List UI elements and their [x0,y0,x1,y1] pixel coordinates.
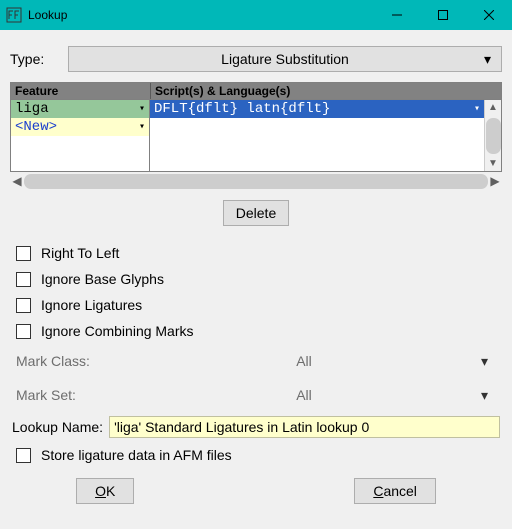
app-icon [6,7,22,23]
mark-class-label: Mark Class: [16,353,112,369]
check-rtl-row: Right To Left [10,240,502,266]
mark-class-select[interactable]: All ▾ [112,350,496,372]
checkbox-rtl-label: Right To Left [41,245,119,261]
checkbox-ignore-lig-label: Ignore Ligatures [41,297,142,313]
checkbox-rtl[interactable] [16,246,31,261]
scripts-column: DFLT{dflt} latn{dflt} ▾ ▲ ▼ [150,100,502,172]
type-label: Type: [10,51,58,67]
checkbox-ignore-base[interactable] [16,272,31,287]
mark-class-row: Mark Class: All ▾ [10,344,502,378]
chevron-down-icon: ▾ [481,387,488,404]
header-feature[interactable]: Feature [11,83,151,99]
checkbox-afm-label: Store ligature data in AFM files [41,447,232,463]
checkbox-ignore-comb-label: Ignore Combining Marks [41,323,194,339]
checkbox-afm[interactable] [16,448,31,463]
scripts-cell[interactable]: DFLT{dflt} latn{dflt} ▾ [150,100,484,118]
type-row: Type: Ligature Substitution ▾ [10,46,502,72]
minimize-button[interactable] [374,0,420,30]
lookup-name-input[interactable]: 'liga' Standard Ligatures in Latin looku… [109,416,500,438]
window-title: Lookup [28,8,374,22]
type-select-value: Ligature Substitution [221,51,349,67]
vertical-scrollbar[interactable]: ▲ ▼ [484,100,501,171]
lookup-name-row: Lookup Name: 'liga' Standard Ligatures i… [10,412,502,442]
lookup-name-label: Lookup Name: [12,419,103,435]
check-ignore-comb-row: Ignore Combining Marks [10,318,502,344]
ok-rest: K [106,483,115,499]
maximize-button[interactable] [420,0,466,30]
feature-table: Feature Script(s) & Language(s) liga ▾ <… [10,82,502,190]
scripts-cell-text: DFLT{dflt} latn{dflt} [154,101,330,117]
table-header: Feature Script(s) & Language(s) [10,82,502,100]
close-button[interactable] [466,0,512,30]
feature-cell-liga[interactable]: liga ▾ [11,100,149,118]
mark-class-value: All [296,353,312,369]
feature-column: liga ▾ <New> ▾ [10,100,150,172]
dialog-buttons: OK Cancel [10,468,502,504]
scroll-right-icon: ▶ [488,174,502,188]
checkbox-ignore-comb[interactable] [16,324,31,339]
scroll-down-icon: ▼ [488,158,498,169]
delete-button[interactable]: Delete [223,200,289,226]
chevron-down-icon: ▾ [139,121,145,133]
chevron-down-icon: ▾ [481,353,488,370]
chevron-down-icon: ▾ [139,103,145,115]
chevron-down-icon: ▾ [474,103,480,115]
mark-set-select[interactable]: All ▾ [112,384,496,406]
mark-set-value: All [296,387,312,403]
scroll-track[interactable] [24,174,488,189]
mark-set-row: Mark Set: All ▾ [10,378,502,412]
cancel-button[interactable]: Cancel [354,478,436,504]
ok-button[interactable]: OK [76,478,134,504]
cancel-rest: ancel [383,483,416,499]
scroll-left-icon: ◀ [10,174,24,188]
scroll-thumb[interactable] [486,118,501,154]
content-area: Type: Ligature Substitution ▾ Feature Sc… [0,30,512,514]
feature-cell-new[interactable]: <New> ▾ [11,118,149,136]
feature-cell-text: <New> [15,119,57,135]
cancel-mnemonic: C [373,483,383,499]
checkbox-ignore-lig[interactable] [16,298,31,313]
type-select[interactable]: Ligature Substitution ▾ [68,46,502,72]
check-ignore-base-row: Ignore Base Glyphs [10,266,502,292]
check-ignore-lig-row: Ignore Ligatures [10,292,502,318]
feature-cell-text: liga [15,101,49,117]
horizontal-scrollbar[interactable]: ◀ ▶ [10,172,502,190]
chevron-down-icon: ▾ [484,51,491,68]
check-afm-row: Store ligature data in AFM files [10,442,502,468]
ok-mnemonic: O [95,483,106,499]
header-scripts[interactable]: Script(s) & Language(s) [151,83,501,99]
checkbox-ignore-base-label: Ignore Base Glyphs [41,271,164,287]
mark-set-label: Mark Set: [16,387,112,403]
scroll-up-icon: ▲ [488,102,498,113]
titlebar: Lookup [0,0,512,30]
